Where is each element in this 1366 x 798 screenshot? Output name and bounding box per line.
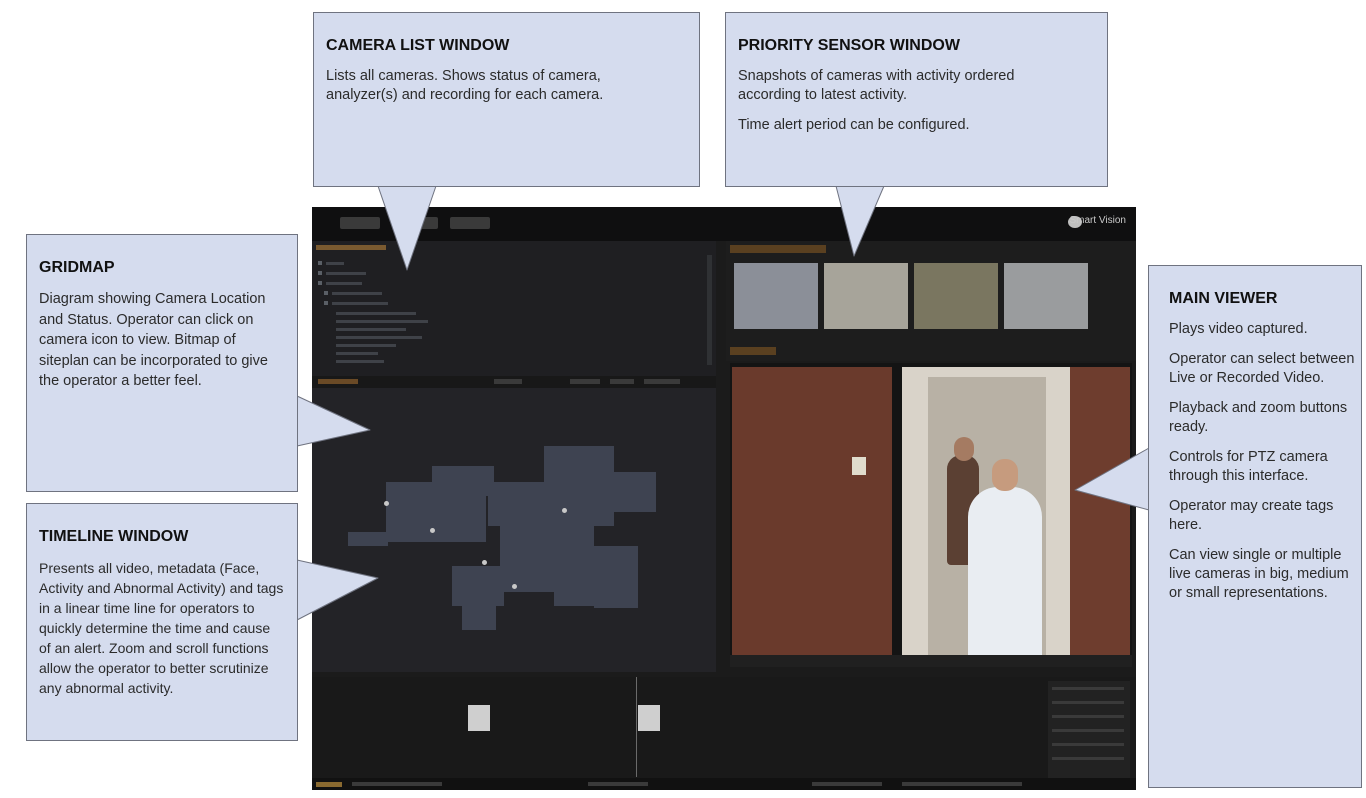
siteplan-block (432, 466, 494, 496)
camera-list-window (312, 241, 716, 376)
callout-text: Playback and zoom buttons ready. (1169, 400, 1348, 435)
siteplan-block (610, 472, 656, 512)
wall-sign (852, 457, 866, 475)
callout-text: Presents all video, metadata (Face, Acti… (39, 560, 284, 696)
callout-text: Diagram showing Camera Location and Stat… (39, 291, 268, 389)
timeline-event-thumbnail[interactable] (638, 705, 660, 731)
priority-snapshot[interactable] (734, 263, 818, 329)
tree-node[interactable] (324, 301, 328, 305)
camera-list-header (316, 245, 386, 250)
tree-row[interactable] (336, 344, 396, 347)
callout-text: Lists all cameras. Shows status of camer… (326, 68, 604, 103)
timeline-event-thumbnail[interactable] (468, 705, 490, 731)
top-tab[interactable] (340, 217, 380, 229)
tree-row[interactable] (326, 262, 344, 265)
tree-node[interactable] (318, 261, 322, 265)
timeline-callout: TIMELINE WINDOW Presents all video, meta… (26, 503, 298, 741)
gridmap-toolbar (312, 376, 716, 388)
siteplan-block (348, 532, 388, 546)
timeline-label (316, 782, 342, 787)
gridmap-window (312, 376, 716, 672)
video-frame[interactable] (732, 367, 1130, 659)
callout-text: Plays video captured. (1169, 321, 1308, 337)
priority-sensor-header (730, 245, 826, 253)
tree-node[interactable] (324, 291, 328, 295)
tree-row[interactable] (332, 292, 382, 295)
main-viewer-window (730, 363, 1132, 663)
tree-row[interactable] (336, 336, 422, 339)
priority-sensor-callout: PRIORITY SENSOR WINDOW Snapshots of came… (725, 12, 1108, 187)
tree-row[interactable] (332, 302, 388, 305)
timeline-side-panel (1048, 681, 1130, 781)
callout-text: Snapshots of cameras with activity order… (738, 68, 1015, 103)
priority-snapshot[interactable] (1004, 263, 1088, 329)
top-tab[interactable] (450, 217, 490, 229)
tree-node[interactable] (318, 271, 322, 275)
gridmap-callout: GRIDMAP Diagram showing Camera Location … (26, 234, 298, 492)
callout-text: Time alert period can be configured. (738, 117, 970, 133)
main-viewer-callout: MAIN VIEWER Plays video captured. Operat… (1148, 265, 1362, 788)
siteplan-block (500, 526, 554, 592)
top-tab[interactable] (392, 217, 438, 229)
video-controls-bar[interactable] (730, 655, 1132, 667)
callout-title: PRIORITY SENSOR WINDOW (738, 37, 960, 54)
tree-row[interactable] (336, 312, 416, 315)
tree-row[interactable] (336, 360, 384, 363)
tree-row[interactable] (326, 272, 366, 275)
siteplan-block (462, 606, 496, 630)
siteplan-block (488, 482, 544, 526)
siteplan-block (594, 546, 638, 608)
siteplan-block (544, 446, 614, 526)
camera-list-scrollbar[interactable] (707, 255, 712, 365)
tree-row[interactable] (336, 320, 428, 323)
timeline-scroll-bar[interactable] (312, 778, 1136, 790)
logo-text: Smart Vision (1069, 215, 1126, 226)
tree-node[interactable] (318, 281, 322, 285)
person-figure (968, 487, 1042, 659)
priority-snapshot[interactable] (824, 263, 908, 329)
callout-text: Operator can select between Live or Reco… (1169, 351, 1355, 386)
callout-text: Can view single or multiple live cameras… (1169, 547, 1349, 601)
callout-text: Operator may create tags here. (1169, 498, 1334, 533)
top-bar: Smart Vision (312, 207, 1136, 241)
priority-sensor-window (726, 241, 1136, 361)
callout-title: CAMERA LIST WINDOW (326, 37, 510, 54)
siteplan-block (452, 566, 504, 606)
callout-text: Controls for PTZ camera through this int… (1169, 449, 1328, 484)
camera-icon[interactable] (384, 501, 389, 506)
camera-icon[interactable] (482, 560, 487, 565)
camera-icon[interactable] (512, 584, 517, 589)
callout-title: TIMELINE WINDOW (39, 528, 189, 545)
timeline-window (312, 677, 1136, 790)
priority-snapshot[interactable] (914, 263, 998, 329)
camera-icon[interactable] (430, 528, 435, 533)
tree-row[interactable] (336, 328, 406, 331)
tree-row[interactable] (336, 352, 378, 355)
siteplan-block (554, 526, 594, 606)
camera-icon[interactable] (562, 508, 567, 513)
camera-list-callout: CAMERA LIST WINDOW Lists all cameras. Sh… (313, 12, 700, 187)
surveillance-screenshot: Smart Vision (312, 207, 1136, 790)
viewer-header (730, 347, 776, 355)
logo: Smart Vision (1040, 215, 1126, 233)
callout-title: GRIDMAP (39, 259, 115, 276)
tree-row[interactable] (326, 282, 362, 285)
callout-title: MAIN VIEWER (1169, 290, 1278, 307)
